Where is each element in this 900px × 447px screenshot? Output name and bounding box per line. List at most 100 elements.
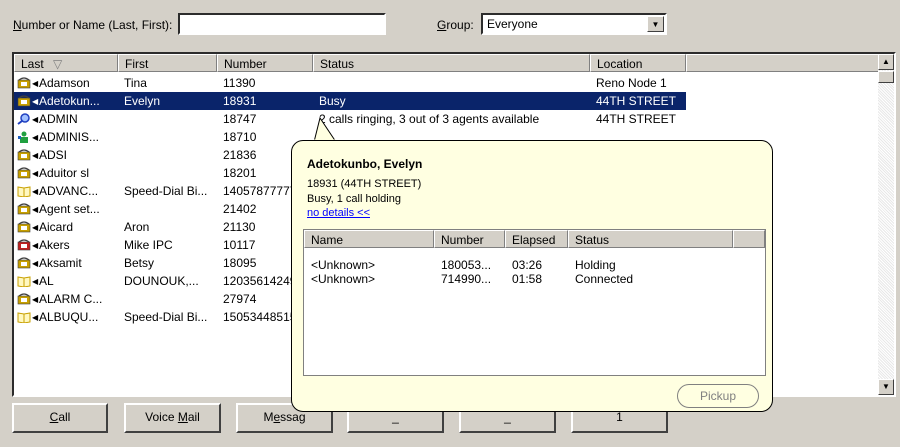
sort-descending-icon: ▽ <box>53 57 63 71</box>
cell-last: ◀Aksamit <box>14 254 118 272</box>
group-select[interactable]: Everyone ▼ <box>481 13 667 35</box>
message-button-text: ssag <box>280 410 306 424</box>
action-button-4-label: _ <box>392 410 399 424</box>
cell-text: Betsy <box>124 256 155 270</box>
column-header-first[interactable]: First <box>118 54 217 72</box>
cell-first <box>118 164 217 182</box>
scroll-thumb[interactable] <box>878 71 894 83</box>
message-button-pre: M <box>263 410 274 424</box>
calls-column-status[interactable]: Status <box>568 230 733 248</box>
agent-icon <box>17 131 31 143</box>
column-header-last[interactable]: Last ▽ <box>14 54 118 72</box>
chevron-down-icon[interactable]: ▼ <box>647 16 664 32</box>
cell-first: Mike IPC <box>118 236 217 254</box>
no-details-link[interactable]: no details << <box>307 207 370 219</box>
cell-text: ADVANC... <box>39 184 99 198</box>
cell-text: 15053448515 <box>223 310 297 324</box>
calls-table: Name Number Elapsed Status <Unknown> 180… <box>303 229 766 376</box>
cell-last: ◀Akers <box>14 236 118 254</box>
calls-column-elapsed[interactable]: Elapsed <box>505 230 568 248</box>
call-row[interactable]: <Unknown> 714990... 01:58 Connected <box>304 272 765 286</box>
cell-text: 18747 <box>223 112 257 126</box>
cell-text: Mike IPC <box>124 238 173 252</box>
table-row[interactable]: ◀Adamson Tina 11390 Reno Node 1 <box>14 74 880 92</box>
search-label-text: umber or Name (Last, First): <box>21 18 173 32</box>
cell-first <box>118 110 217 128</box>
cell-text: 18201 <box>223 166 257 180</box>
table-row[interactable]: ◀ADMIN 18747 2 calls ringing, 3 out of 3 a… <box>14 110 880 128</box>
cell-text: Akers <box>39 238 70 252</box>
popup-status-line: Busy, 1 call holding <box>307 193 401 205</box>
cell-location: 44TH STREET <box>590 92 686 110</box>
call-elapsed: 03:26 <box>512 258 543 272</box>
search-input[interactable] <box>178 13 386 35</box>
contact-detail-popup: Adetokunbo, Evelyn 18931 (44TH STREET) B… <box>291 140 773 412</box>
cell-first: Betsy <box>118 254 217 272</box>
cell-text: Aksamit <box>39 256 82 270</box>
phone-icon <box>17 257 31 269</box>
magnifier-icon <box>17 113 31 125</box>
column-header-number[interactable]: Number <box>217 54 313 72</box>
calls-column-blank <box>733 230 765 248</box>
cell-first: Evelyn <box>118 92 217 110</box>
call-number: 714990... <box>441 272 492 286</box>
cell-first: DOUNOUK,... <box>118 272 217 290</box>
calls-column-number[interactable]: Number <box>434 230 505 248</box>
cell-text: Reno Node 1 <box>596 76 667 90</box>
popup-title: Adetokunbo, Evelyn <box>307 157 423 171</box>
voice-mail-button[interactable]: Voice Mail <box>124 403 221 433</box>
cell-text: 27974 <box>223 292 257 306</box>
phone-icon <box>17 149 31 161</box>
group-label: Group: <box>437 18 474 32</box>
cell-text: Busy <box>319 94 346 108</box>
cell-text: 21130 <box>223 220 256 234</box>
cell-text: 18710 <box>223 130 257 144</box>
cell-status: Busy <box>313 92 590 110</box>
column-header-status[interactable]: Status <box>313 54 590 72</box>
cell-location: 44TH STREET <box>590 110 686 128</box>
scroll-up-icon[interactable]: ▲ <box>878 54 894 70</box>
cell-location: Reno Node 1 <box>590 74 686 92</box>
call-button-text: all <box>58 410 71 424</box>
cell-text: 21402 <box>223 202 257 216</box>
call-status: Connected <box>575 272 634 286</box>
cell-text: 2 calls ringing, 3 out of 3 agents avail… <box>319 112 540 126</box>
call-row[interactable]: <Unknown> 180053... 03:26 Holding <box>304 258 765 272</box>
cell-text: 18095 <box>223 256 257 270</box>
cell-last: ◀Aduitor sl <box>14 164 118 182</box>
speaker-icon: ◀ <box>32 133 39 142</box>
cell-text: 44TH STREET <box>596 112 677 126</box>
list-header: Last ▽ First Number Status Location <box>14 54 880 72</box>
phone-icon <box>17 203 31 215</box>
phone-icon <box>17 167 31 179</box>
cell-text: DOUNOUK,... <box>124 274 199 288</box>
speaker-icon: ◀ <box>32 259 39 268</box>
phone-icon <box>17 77 31 89</box>
cell-text: 18931 <box>223 94 257 108</box>
calls-column-name[interactable]: Name <box>304 230 434 248</box>
voice-mail-button-pre: Voice <box>145 410 178 424</box>
table-row[interactable]: ◀Adetokun... Evelyn 18931 Busy 44TH STREET <box>14 92 880 110</box>
cell-text: ADMIN <box>39 112 78 126</box>
column-header-location[interactable]: Location <box>590 54 686 72</box>
speaker-icon: ◀ <box>32 151 39 160</box>
scroll-down-icon[interactable]: ▼ <box>878 379 894 395</box>
cell-text: Aduitor sl <box>39 166 90 180</box>
cell-text: ALBUQU... <box>39 310 99 324</box>
cell-last: ◀ALBUQU... <box>14 308 118 326</box>
call-number: 180053... <box>441 258 492 272</box>
phone-icon <box>17 95 31 107</box>
phone-icon <box>17 293 31 305</box>
group-label-accesskey: G <box>437 18 447 32</box>
voice-mail-button-text: ail <box>187 410 200 424</box>
call-button[interactable]: Call <box>12 403 108 433</box>
vertical-scrollbar[interactable]: ▲ ▼ <box>878 54 894 395</box>
cell-text: ADSI <box>39 148 68 162</box>
voice-mail-button-accesskey: M <box>177 410 188 424</box>
cell-status: 2 calls ringing, 3 out of 3 agents avail… <box>313 110 590 128</box>
cell-number: 18931 <box>217 92 313 110</box>
cell-last: ◀Aicard <box>14 218 118 236</box>
pickup-button[interactable]: Pickup <box>677 384 759 408</box>
group-label-text: roup: <box>446 18 474 32</box>
speaker-icon: ◀ <box>32 295 39 304</box>
